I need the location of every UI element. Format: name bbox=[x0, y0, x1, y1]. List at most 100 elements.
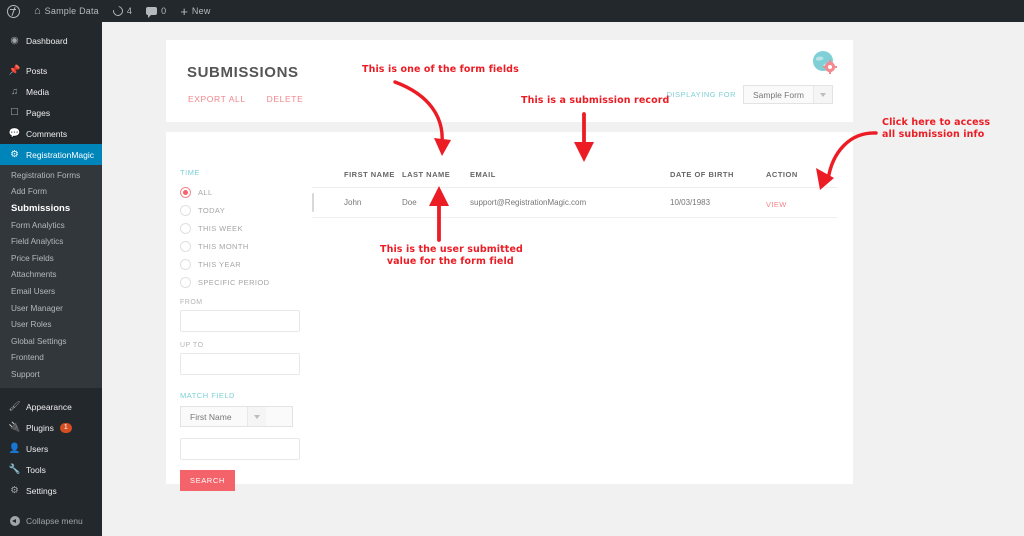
submenu-item-user-roles[interactable]: User Roles bbox=[0, 316, 102, 333]
plug-icon: 🔌 bbox=[8, 422, 21, 434]
cell-last-name: Doe bbox=[402, 198, 417, 207]
column-header-last-name[interactable]: LAST NAME bbox=[402, 170, 470, 179]
submenu-item-label: Field Analytics bbox=[11, 237, 64, 247]
adminbar-new[interactable]: + New bbox=[173, 0, 217, 22]
column-header-first-name[interactable]: FIRST NAME bbox=[344, 170, 402, 179]
page-icon: ☐ bbox=[10, 106, 19, 118]
delete-button[interactable]: DELETE bbox=[267, 94, 304, 104]
plus-icon: + bbox=[180, 3, 188, 19]
upto-date-input[interactable] bbox=[180, 353, 300, 375]
search-button[interactable]: SEARCH bbox=[180, 470, 235, 491]
submenu-item-label: User Roles bbox=[11, 320, 52, 330]
time-option-label: ALL bbox=[198, 187, 213, 197]
sidebar-item-appearance[interactable]: 🖌 Appearance bbox=[0, 397, 102, 418]
sidebar-item-label: Media bbox=[26, 86, 50, 97]
row-checkbox[interactable] bbox=[312, 192, 314, 212]
sidebar-item-plugins[interactable]: 🔌 Plugins 1 bbox=[0, 418, 102, 439]
form-select[interactable]: Sample Form bbox=[742, 85, 833, 104]
column-header-action: ACTION bbox=[766, 170, 798, 179]
submenu-item-label: Registration Forms bbox=[11, 170, 81, 180]
collapse-menu-button[interactable]: Collapse menu bbox=[0, 511, 102, 532]
match-text-input[interactable] bbox=[180, 438, 300, 460]
sidebar-divider bbox=[0, 388, 102, 397]
sidebar-item-posts[interactable]: 📌 Posts bbox=[0, 60, 102, 81]
collapse-menu-label: Collapse menu bbox=[26, 516, 83, 527]
submenu-item-global-settings[interactable]: Global Settings bbox=[0, 333, 102, 350]
adminbar-site-name[interactable]: ⌂ Sample Data bbox=[27, 0, 106, 22]
sidebar-item-pages[interactable]: ☐ Pages bbox=[0, 102, 102, 123]
submenu-item-attachments[interactable]: Attachments bbox=[0, 267, 102, 284]
column-header-date-of-birth[interactable]: DATE OF BIRTH bbox=[670, 170, 766, 179]
sidebar-item-dashboard[interactable]: ◉ Dashboard bbox=[0, 30, 102, 51]
view-submission-link[interactable]: VIEW bbox=[766, 200, 787, 209]
sidebar-item-label: Appearance bbox=[26, 402, 72, 413]
time-option-label: SPECIFIC PERIOD bbox=[198, 277, 270, 287]
submenu-item-form-analytics[interactable]: Form Analytics bbox=[0, 217, 102, 234]
time-option-this-month[interactable]: THIS MONTH bbox=[180, 237, 300, 255]
plugins-update-badge: 1 bbox=[59, 423, 72, 434]
sidebar-item-label: Posts bbox=[26, 65, 48, 76]
time-option-this-week[interactable]: THIS WEEK bbox=[180, 219, 300, 237]
sidebar-item-label: Comments bbox=[26, 128, 68, 139]
submenu-item-label: User Manager bbox=[11, 303, 63, 313]
time-option-label: THIS YEAR bbox=[198, 259, 242, 269]
submenu-item-field-analytics[interactable]: Field Analytics bbox=[0, 233, 102, 250]
submenu-item-user-manager[interactable]: User Manager bbox=[0, 300, 102, 317]
submenu-item-frontend[interactable]: Frontend bbox=[0, 350, 102, 367]
radio-icon bbox=[180, 204, 191, 216]
admin-sidebar: ◉ Dashboard 📌 Posts ♫ Media ☐ Pages 💬 Co… bbox=[0, 22, 102, 536]
submenu-item-support[interactable]: Support bbox=[0, 366, 102, 383]
wrench-icon: 🔧 bbox=[8, 464, 21, 476]
table-header-row: FIRST NAME LAST NAME EMAIL DATE OF BIRTH… bbox=[312, 162, 837, 188]
match-field-select-value: First Name bbox=[190, 411, 232, 422]
adminbar-comments[interactable]: 0 bbox=[139, 0, 173, 22]
export-all-button[interactable]: EXPORT ALL bbox=[188, 94, 246, 104]
user-icon: 👤 bbox=[8, 443, 21, 455]
time-option-label: TODAY bbox=[198, 205, 226, 215]
submenu-item-label: Attachments bbox=[11, 270, 57, 280]
cell-date-of-birth: 10/03/1983 bbox=[670, 198, 711, 207]
submenu-item-submissions[interactable]: Submissions bbox=[0, 200, 102, 217]
submenu-item-price-fields[interactable]: Price Fields bbox=[0, 250, 102, 267]
column-header-email[interactable]: EMAIL bbox=[470, 170, 670, 179]
submenu-item-email-users[interactable]: Email Users bbox=[0, 283, 102, 300]
chevron-down-icon bbox=[247, 407, 266, 426]
submissions-body-panel: TIME ALL TODAY THIS WEEK THIS MONTH THIS… bbox=[166, 132, 853, 491]
sidebar-item-comments[interactable]: 💬 Comments bbox=[0, 123, 102, 144]
submenu-item-registration-forms[interactable]: Registration Forms bbox=[0, 167, 102, 184]
filter-sidebar: TIME ALL TODAY THIS WEEK THIS MONTH THIS… bbox=[180, 168, 300, 491]
submenu-item-label: Add Form bbox=[11, 187, 47, 197]
sidebar-item-settings[interactable]: ⚙ Settings bbox=[0, 481, 102, 502]
time-option-specific-period[interactable]: SPECIFIC PERIOD bbox=[180, 273, 300, 291]
adminbar-wordpress-logo[interactable] bbox=[0, 0, 27, 22]
sidebar-item-label: RegistrationMagic bbox=[26, 149, 95, 160]
brush-icon: 🖌 bbox=[8, 401, 21, 413]
radio-icon bbox=[180, 222, 191, 234]
media-icon: ♫ bbox=[10, 85, 19, 97]
dashboard-icon: ◉ bbox=[10, 34, 19, 46]
adminbar-site-label: Sample Data bbox=[44, 6, 99, 16]
row-select-cell bbox=[312, 192, 344, 212]
time-option-this-year[interactable]: THIS YEAR bbox=[180, 255, 300, 273]
submenu-item-label: Submissions bbox=[11, 202, 71, 214]
sidebar-item-media[interactable]: ♫ Media bbox=[0, 81, 102, 102]
time-option-today[interactable]: TODAY bbox=[180, 201, 300, 219]
submenu-item-add-form[interactable]: Add Form bbox=[0, 184, 102, 201]
sidebar-divider bbox=[0, 51, 102, 60]
admin-bar: ⌂ Sample Data 4 0 + New bbox=[0, 0, 1024, 22]
match-field-select[interactable]: First Name bbox=[180, 406, 293, 427]
displaying-for-label: DISPLAYING FOR bbox=[666, 90, 736, 99]
adminbar-updates[interactable]: 4 bbox=[106, 0, 139, 22]
sidebar-item-users[interactable]: 👤 Users bbox=[0, 439, 102, 460]
submenu-item-label: Form Analytics bbox=[11, 220, 65, 230]
submissions-table: FIRST NAME LAST NAME EMAIL DATE OF BIRTH… bbox=[312, 162, 837, 218]
table-row: John Doe support@RegistrationMagic.com 1… bbox=[312, 188, 837, 218]
sidebar-item-tools[interactable]: 🔧 Tools bbox=[0, 460, 102, 481]
time-filter-label: TIME bbox=[180, 168, 200, 177]
settings-icon: ⚙ bbox=[10, 485, 19, 497]
time-option-label: THIS MONTH bbox=[198, 241, 249, 251]
time-option-all[interactable]: ALL bbox=[180, 183, 300, 201]
sidebar-item-registrationmagic[interactable]: ⚙ RegistrationMagic bbox=[0, 144, 102, 165]
from-date-input[interactable] bbox=[180, 310, 300, 332]
submenu-item-label: Price Fields bbox=[11, 253, 54, 263]
